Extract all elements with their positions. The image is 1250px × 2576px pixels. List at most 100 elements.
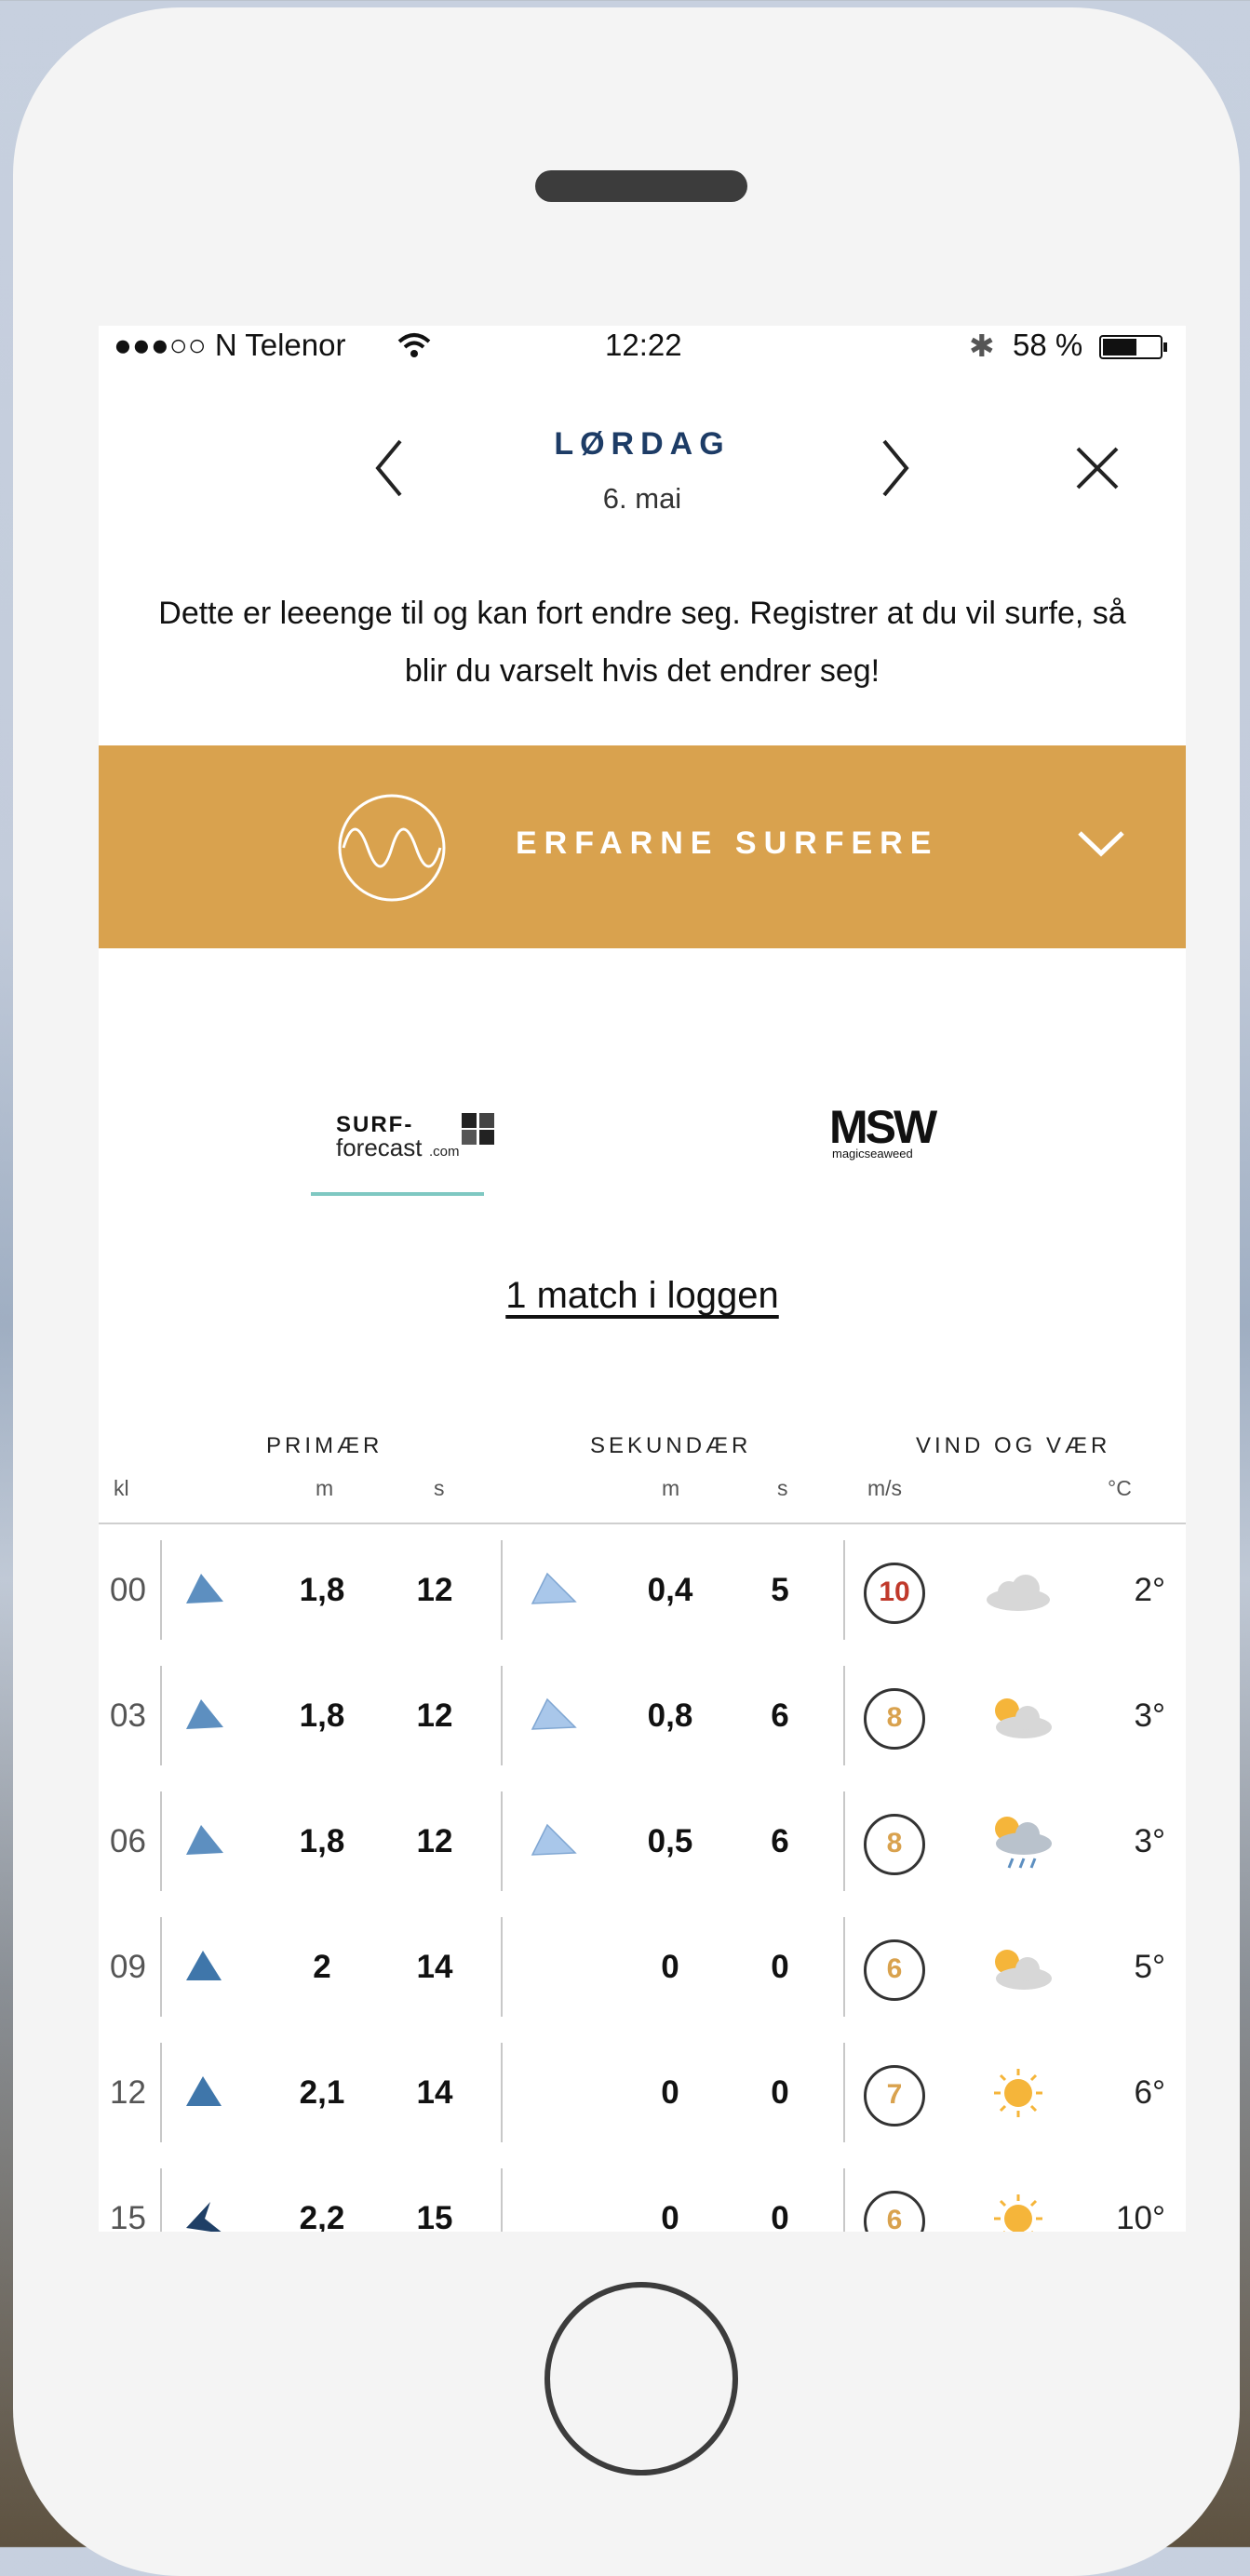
primary-swell-direction-icon bbox=[186, 2202, 222, 2232]
temperature: 6° bbox=[1134, 2074, 1165, 2111]
chevron-down-icon[interactable] bbox=[1076, 827, 1126, 859]
source-tab-surf-forecast[interactable]: SURF- forecast .com bbox=[336, 1109, 522, 1165]
table-row: 06 1,8 12 0,5 6 8 3° bbox=[99, 1778, 1186, 1904]
cloud-icon bbox=[987, 1575, 1050, 1611]
primary-height: 1,8 bbox=[299, 1697, 345, 1734]
primary-period: 12 bbox=[416, 1572, 453, 1608]
secondary-height: 0 bbox=[661, 2200, 679, 2232]
table-row: 00 1,8 12 0,4 5 10 2° bbox=[99, 1527, 1186, 1653]
secondary-height: 0 bbox=[661, 1949, 679, 1985]
magicseaweed-logo: MSW magicseaweed bbox=[829, 1101, 941, 1161]
secondary-period: 6 bbox=[771, 1823, 789, 1859]
primary-height: 1,8 bbox=[299, 1823, 345, 1859]
primary-period: 15 bbox=[416, 2200, 453, 2232]
temperature: 2° bbox=[1134, 1572, 1165, 1608]
secondary-period: 5 bbox=[771, 1572, 789, 1608]
secondary-period: 0 bbox=[771, 2200, 789, 2232]
secondary-height: 0,8 bbox=[647, 1697, 693, 1734]
wind-speed-badge: 7 bbox=[864, 2065, 925, 2127]
table-row: 15 2,2 15 0 0 6 10° bbox=[99, 2155, 1186, 2232]
secondary-period: 0 bbox=[771, 1949, 789, 1985]
svg-text:magicseaweed: magicseaweed bbox=[832, 1147, 913, 1161]
phone-frame: ●●●○○ N Telenor 12:22 ✱ 58 % LØRDAG 6. m… bbox=[13, 7, 1240, 2576]
secondary-period: 6 bbox=[771, 1697, 789, 1734]
sun-icon bbox=[994, 2194, 1042, 2232]
app-screen: ●●●○○ N Telenor 12:22 ✱ 58 % LØRDAG 6. m… bbox=[99, 326, 1186, 2232]
subheader-primary-s: s bbox=[434, 1476, 445, 1500]
primary-swell-direction-icon bbox=[186, 1574, 223, 1603]
forecast-notice: Dette er leeenge til og kan fort endre s… bbox=[158, 596, 1126, 689]
table-row: 03 1,8 12 0,8 6 8 3° bbox=[99, 1653, 1186, 1778]
battery-percent: 58 % bbox=[1013, 328, 1083, 362]
svg-text:forecast: forecast bbox=[336, 1134, 423, 1161]
primary-height: 1,8 bbox=[299, 1572, 345, 1608]
status-time: 12:22 bbox=[605, 328, 682, 362]
close-icon[interactable] bbox=[1072, 443, 1122, 493]
secondary-height: 0 bbox=[661, 2074, 679, 2111]
subheader-temp-unit: °C bbox=[1108, 1476, 1132, 1500]
header-primary: PRIMÆR bbox=[266, 1433, 383, 1458]
time-cell: 00 bbox=[110, 1572, 146, 1608]
header-secondary: SEKUNDÆR bbox=[590, 1433, 752, 1458]
partly-sunny-icon bbox=[995, 1950, 1052, 1990]
primary-swell-direction-icon bbox=[186, 1825, 223, 1855]
sun-rain-icon bbox=[995, 1817, 1052, 1869]
primary-swell-direction-icon bbox=[186, 1951, 222, 1980]
primary-height: 2,1 bbox=[299, 2074, 345, 2111]
time-cell: 12 bbox=[110, 2074, 146, 2111]
table-row: 12 2,1 14 0 0 7 6° bbox=[99, 2030, 1186, 2155]
speaker-grille bbox=[535, 170, 747, 202]
time-cell: 15 bbox=[110, 2200, 146, 2232]
match-log-link[interactable]: 1 match i loggen bbox=[99, 1275, 1186, 1317]
battery-icon bbox=[1099, 335, 1167, 359]
primary-height: 2 bbox=[313, 1949, 331, 1985]
secondary-swell-direction-icon bbox=[531, 1823, 577, 1856]
partly-sunny-icon bbox=[995, 1698, 1052, 1738]
secondary-height: 0,4 bbox=[647, 1572, 693, 1608]
level-label: ERFARNE SURFERE bbox=[516, 825, 939, 861]
wifi-icon bbox=[397, 333, 431, 357]
wind-speed-badge: 6 bbox=[864, 1939, 925, 2001]
subheader-secondary-m: m bbox=[662, 1476, 680, 1500]
header-wind-weather: VIND OG VÆR bbox=[916, 1433, 1111, 1458]
primary-height: 2,2 bbox=[299, 2200, 345, 2232]
subheader-wind-unit: m/s bbox=[867, 1476, 903, 1500]
time-cell: 06 bbox=[110, 1823, 146, 1859]
primary-period: 14 bbox=[416, 1949, 453, 1985]
wind-speed-badge: 8 bbox=[864, 1814, 925, 1875]
day-date: 6. mai bbox=[602, 482, 682, 515]
level-banner[interactable]: ERFARNE SURFERE bbox=[99, 745, 1186, 948]
carrier-label: ●●●○○ N Telenor bbox=[114, 328, 346, 362]
next-day-button[interactable] bbox=[877, 436, 914, 501]
table-header-divider bbox=[99, 1523, 1186, 1524]
secondary-period: 0 bbox=[771, 2074, 789, 2111]
home-button[interactable] bbox=[544, 2282, 738, 2475]
temperature: 3° bbox=[1134, 1823, 1165, 1859]
primary-swell-direction-icon bbox=[186, 1699, 223, 1729]
bluetooth-icon: ✱ bbox=[969, 329, 995, 363]
wind-speed-badge: 10 bbox=[864, 1563, 925, 1624]
primary-period: 12 bbox=[416, 1823, 453, 1859]
secondary-swell-direction-icon bbox=[531, 1697, 577, 1730]
source-tab-magicseaweed[interactable]: MSW magicseaweed bbox=[829, 1101, 969, 1163]
subheader-primary-m: m bbox=[316, 1476, 334, 1500]
time-cell: 03 bbox=[110, 1697, 146, 1734]
active-tab-indicator bbox=[311, 1192, 484, 1196]
surf-forecast-logo: SURF- forecast .com bbox=[336, 1112, 494, 1161]
subheader-kl: kl bbox=[114, 1476, 129, 1500]
wind-speed-badge: 6 bbox=[864, 2191, 925, 2232]
primary-period: 12 bbox=[416, 1697, 453, 1734]
day-title: LØRDAG bbox=[554, 426, 731, 462]
table-row: 09 2 14 0 0 6 5° bbox=[99, 1904, 1186, 2030]
temperature: 3° bbox=[1134, 1697, 1165, 1734]
temperature: 10° bbox=[1116, 2200, 1165, 2232]
temperature: 5° bbox=[1134, 1949, 1165, 1985]
secondary-swell-direction-icon bbox=[531, 1572, 577, 1604]
wave-icon bbox=[338, 794, 446, 902]
secondary-height: 0,5 bbox=[647, 1823, 693, 1859]
primary-period: 14 bbox=[416, 2074, 453, 2111]
wind-speed-badge: 8 bbox=[864, 1688, 925, 1750]
sun-icon bbox=[994, 2069, 1042, 2117]
subheader-secondary-s: s bbox=[777, 1476, 788, 1500]
svg-text:.com: .com bbox=[429, 1144, 460, 1160]
